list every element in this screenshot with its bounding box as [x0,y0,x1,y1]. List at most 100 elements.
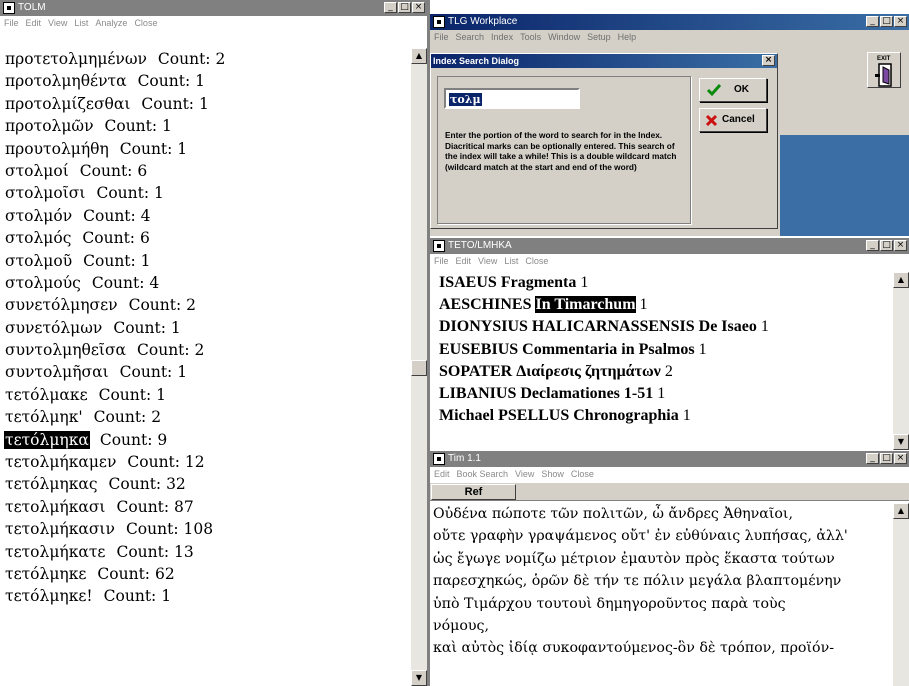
results-titlebar[interactable]: TETO/LMHKA _ □ × [430,238,909,254]
scroll-thumb[interactable] [411,360,427,376]
maximize-icon[interactable]: □ [880,453,893,464]
list-item[interactable]: συντολμηθεῖσα Count: 2 [0,339,411,361]
list-item[interactable]: στολμοῖσι Count: 1 [0,182,411,204]
list-item[interactable]: τετολμήκασι Count: 87 [0,496,411,518]
menu-tools[interactable]: Tools [520,32,541,42]
text-titlebar[interactable]: Tim 1.1 _ □ × [430,451,909,467]
ref-button[interactable]: Ref [431,484,516,500]
list-item[interactable]: τετόλμηκα Count: 9 [0,429,411,451]
menu-search[interactable]: Search [456,32,485,42]
dialog-title: Index Search Dialog [433,56,520,66]
list-item[interactable]: τετόλμηκε! Count: 1 [0,585,411,607]
menu-file[interactable]: File [434,32,449,42]
list-item[interactable]: προτολμηθέντα Count: 1 [0,70,411,92]
scroll-up-icon[interactable]: ▲ [411,48,427,64]
search-input[interactable]: τολμ [444,88,580,109]
menu-view[interactable]: View [48,18,67,28]
list-item[interactable]: τετόλμηκε Count: 62 [0,563,411,585]
menu-view[interactable]: View [515,469,534,479]
list-item[interactable]: προτολμίζεσθαι Count: 1 [0,93,411,115]
list-item[interactable]: SOPATER Διαίρεσις ζητημάτων 2 [430,361,893,383]
list-item[interactable]: στολμόν Count: 4 [0,205,411,227]
list-item[interactable]: συνετόλμησεν Count: 2 [0,294,411,316]
list-item[interactable]: στολμοῦ Count: 1 [0,250,411,272]
menu-file[interactable]: File [4,18,19,28]
list-item[interactable]: LIBANIUS Declamationes 1-51 1 [430,383,893,405]
word-form: προτολμίζεσθαι [5,94,131,113]
ok-button[interactable]: OK [699,78,767,102]
scroll-down-icon[interactable]: ▼ [893,434,909,450]
scroll-up-icon[interactable]: ▲ [893,272,909,288]
list-item[interactable]: AESCHINES In Timarchum 1 [430,294,893,316]
list-item[interactable]: στολμοί Count: 6 [0,160,411,182]
scroll-up-icon[interactable]: ▲ [893,503,909,519]
menu-list[interactable]: List [74,18,88,28]
minimize-icon[interactable]: _ [866,453,879,464]
scroll-down-icon[interactable]: ▼ [411,670,427,686]
results-scrollbar[interactable]: ▲ ▼ [893,272,909,450]
list-item[interactable]: EUSEBIUS Commentaria in Psalmos 1 [430,339,893,361]
dialog-titlebar[interactable]: Index Search Dialog × [431,54,777,68]
menu-close[interactable]: Close [571,469,594,479]
list-item[interactable]: προτετολμημένων Count: 2 [0,48,411,70]
maximize-icon[interactable]: □ [880,16,893,27]
menu-index[interactable]: Index [491,32,513,42]
menu-list[interactable]: List [504,256,518,266]
list-item[interactable]: τετόλμηκ' Count: 2 [0,406,411,428]
list-item[interactable]: τετολμήκαμεν Count: 12 [0,451,411,473]
minimize-icon[interactable]: _ [384,2,397,13]
word-form: τετόλμηκας [5,475,98,494]
menu-setup[interactable]: Setup [587,32,611,42]
text-line: ὡς ἔγωγε νομίζω μέτριον ἐμαυτὸν πρὸς ἕκα… [433,550,835,567]
text-pane: Οὐδένα πώποτε τῶν πολιτῶν, ὦ ἄνδρες Ἀθην… [430,503,893,686]
list-item[interactable]: τετόλμακε Count: 1 [0,384,411,406]
maximize-icon[interactable]: □ [398,2,411,13]
menu-close[interactable]: Close [134,18,157,28]
menu-window[interactable]: Window [548,32,580,42]
menu-edit[interactable]: Edit [26,18,42,28]
list-item[interactable]: συνετόλμων Count: 1 [0,317,411,339]
results-list: ISAEUS Fragmenta 1 AESCHINES In Timarchum… [430,272,893,450]
workplace-titlebar[interactable]: TLG Workplace _ □ × [430,14,909,30]
minimize-icon[interactable]: _ [866,16,879,27]
dialog-close-icon[interactable]: × [762,55,775,66]
minimize-icon[interactable]: _ [866,240,879,251]
list-item[interactable]: στολμούς Count: 4 [0,272,411,294]
close-icon[interactable]: × [894,453,907,464]
list-item[interactable]: DIONYSIUS HALICARNASSENSIS De Isaeo 1 [430,316,893,338]
menu-book-search[interactable]: Book Search [457,469,509,479]
text-scrollbar[interactable]: ▲ [893,503,909,686]
menu-close[interactable]: Close [525,256,548,266]
list-item[interactable]: ISAEUS Fragmenta 1 [430,272,893,294]
list-item[interactable]: Michael PSELLUS Chronographia 1 [430,405,893,427]
menu-analyze[interactable]: Analyze [95,18,127,28]
exit-button[interactable]: EXIT [867,52,901,88]
menu-file[interactable]: File [434,256,449,266]
list-item[interactable]: στολμός Count: 6 [0,227,411,249]
close-icon[interactable]: × [894,240,907,251]
list-item[interactable]: τετολμήκατε Count: 13 [0,541,411,563]
text-line: Οὐδένα πώποτε τῶν πολιτῶν, ὦ ἄνδρες Ἀθην… [433,506,794,522]
list-item[interactable]: προυτολμήθη Count: 1 [0,138,411,160]
cancel-label: Cancel [722,114,755,125]
close-icon[interactable]: × [412,2,425,13]
word-list-scrollbar[interactable]: ▲ ▼ [411,48,427,686]
list-item[interactable]: τετολμήκασιν Count: 108 [0,518,411,540]
word-count: Count: 2 [157,50,226,68]
cancel-button[interactable]: Cancel [699,108,767,132]
menu-edit[interactable]: Edit [456,256,472,266]
text-line: καὶ αὐτὸς ἰδίᾳ συκοφαντούμενος-ὃν δὲ τρό… [433,640,834,657]
word-count: Count: 1 [96,184,164,203]
list-item[interactable]: προτολμῶν Count: 1 [0,115,411,137]
menu-edit[interactable]: Edit [434,469,450,479]
menu-help[interactable]: Help [618,32,637,42]
tolm-titlebar[interactable]: TOLM _ □ × [0,0,427,16]
list-item[interactable]: συντολμῆσαι Count: 1 [0,361,411,383]
menu-view[interactable]: View [478,256,497,266]
result-work: Chronographia [573,407,679,425]
maximize-icon[interactable]: □ [880,240,893,251]
menu-show[interactable]: Show [541,469,564,479]
list-item[interactable]: τετόλμηκας Count: 32 [0,473,411,495]
close-icon[interactable]: × [894,16,907,27]
word-count: Count: 1 [104,117,172,136]
